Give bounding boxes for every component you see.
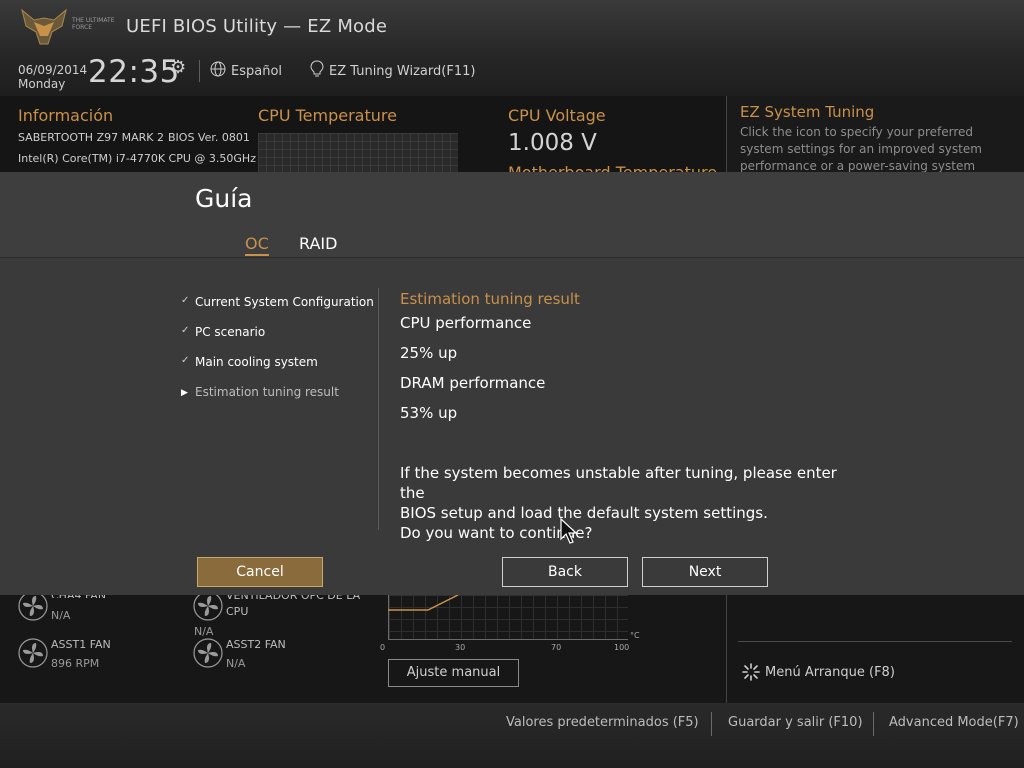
ez-system-tuning-title: EZ System Tuning	[740, 103, 875, 121]
mouse-cursor-icon	[560, 518, 578, 544]
fan-chart-tick: 100	[614, 643, 630, 652]
fan-curve-line	[388, 595, 459, 611]
step-pc-scenario: ✓ PC scenario	[181, 325, 265, 339]
fan-chart-unit: °C	[630, 631, 640, 640]
right-lower-panel	[726, 595, 1024, 703]
clock-time: 22:35	[88, 54, 180, 90]
ez-system-tuning-description: Click the icon to specify your preferred…	[740, 125, 982, 172]
fan-icon	[18, 638, 48, 668]
header-divider	[199, 60, 200, 82]
bios-version: BIOS Ver. 0801	[168, 131, 250, 144]
dram-performance-value: 53% up	[400, 404, 458, 422]
fan-icon	[193, 591, 223, 621]
cpu-performance-value: 25% up	[400, 344, 458, 362]
date-text: 06/09/2014	[18, 63, 88, 77]
asst2-fan-label: ASST2 FAN	[226, 638, 286, 651]
cpu-performance-label: CPU performance	[400, 314, 532, 332]
bulb-icon[interactable]	[310, 60, 324, 78]
advanced-mode-button[interactable]: Advanced Mode(F7)	[889, 715, 1019, 730]
cpu-voltage-title: CPU Voltage	[508, 106, 606, 125]
day-text: Monday	[18, 77, 66, 91]
fan-chart-tick: 70	[551, 643, 562, 652]
cpu-opt-fan-value: N/A	[194, 625, 214, 638]
bios-title: UEFI BIOS Utility — EZ Mode	[126, 16, 388, 37]
check-icon: ✓	[181, 355, 190, 366]
ez-tuning-wizard-link[interactable]: EZ Tuning Wizard(F11)	[329, 64, 475, 79]
cpu-temperature-title: CPU Temperature	[258, 106, 397, 125]
guide-dialog-header	[0, 172, 1024, 258]
save-exit-button[interactable]: Guardar y salir (F10)	[728, 715, 863, 730]
manual-tuning-button[interactable]: Ajuste manual	[388, 659, 519, 687]
step-label: Estimation tuning result	[195, 385, 339, 399]
dialog-title: Guía	[195, 184, 253, 213]
fan-icon	[18, 591, 48, 621]
check-icon: ✓	[181, 295, 190, 306]
motherboard-temperature-title: Motherboard Temperature	[508, 163, 717, 172]
cha4-fan-value: N/A	[51, 609, 71, 622]
cancel-button[interactable]: Cancel	[197, 557, 323, 587]
result-heading: Estimation tuning result	[400, 290, 580, 308]
step-main-cooling-system: ✓ Main cooling system	[181, 355, 318, 369]
globe-icon[interactable]	[210, 61, 226, 77]
boot-menu-button[interactable]: Menú Arranque (F8)	[765, 665, 895, 680]
fan-chart-tick: 0	[380, 643, 386, 652]
asst1-fan-label: ASST1 FAN	[51, 638, 111, 651]
info-title: Información	[18, 106, 114, 125]
fan-chart-tick: 30	[455, 643, 466, 652]
next-button[interactable]: Next	[642, 557, 768, 587]
tab-raid[interactable]: RAID	[299, 234, 337, 253]
dram-performance-label: DRAM performance	[400, 374, 546, 392]
language-selector[interactable]: Español	[231, 64, 282, 79]
board-name: SABERTOOTH Z97 MARK 2	[18, 131, 164, 144]
footer-bar	[0, 703, 1024, 768]
cpu-temperature-graph	[258, 133, 458, 172]
cpu-voltage-value: 1.008 V	[508, 130, 597, 156]
cpu-name: Intel(R) Core(TM) i7-4770K CPU @ 3.50GHz	[18, 152, 256, 165]
back-button[interactable]: Back	[502, 557, 628, 587]
step-current-system-configuration: ✓ Current System Configuration	[181, 295, 374, 309]
tab-oc[interactable]: OC	[245, 234, 269, 256]
gear-icon[interactable]: ⚙	[170, 57, 186, 78]
fan-icon	[193, 638, 223, 668]
asst1-fan-value: 896 RPM	[51, 657, 100, 670]
right-panel-divider	[738, 641, 1012, 642]
logo-text: THE ULTIMATE FORCE	[72, 17, 115, 31]
footer-divider	[711, 712, 712, 736]
step-label: PC scenario	[195, 325, 266, 339]
step-label: Main cooling system	[195, 355, 318, 369]
dialog-divider	[378, 288, 379, 530]
arrow-right-icon: ▶	[181, 388, 188, 398]
asst2-fan-value: N/A	[226, 657, 246, 670]
step-label: Current System Configuration	[195, 295, 374, 309]
warning-line: Do you want to continue?	[400, 524, 593, 542]
warning-line: If the system becomes unstable after tun…	[400, 464, 837, 502]
boot-menu-icon[interactable]	[741, 662, 761, 682]
load-defaults-button[interactable]: Valores predeterminados (F5)	[506, 715, 699, 730]
footer-divider	[873, 712, 874, 736]
step-estimation-tuning-result: ▶ Estimation tuning result	[181, 385, 339, 399]
warning-line: BIOS setup and load the default system s…	[400, 504, 768, 522]
check-icon: ✓	[181, 325, 190, 336]
warning-message: If the system becomes unstable after tun…	[400, 463, 860, 543]
